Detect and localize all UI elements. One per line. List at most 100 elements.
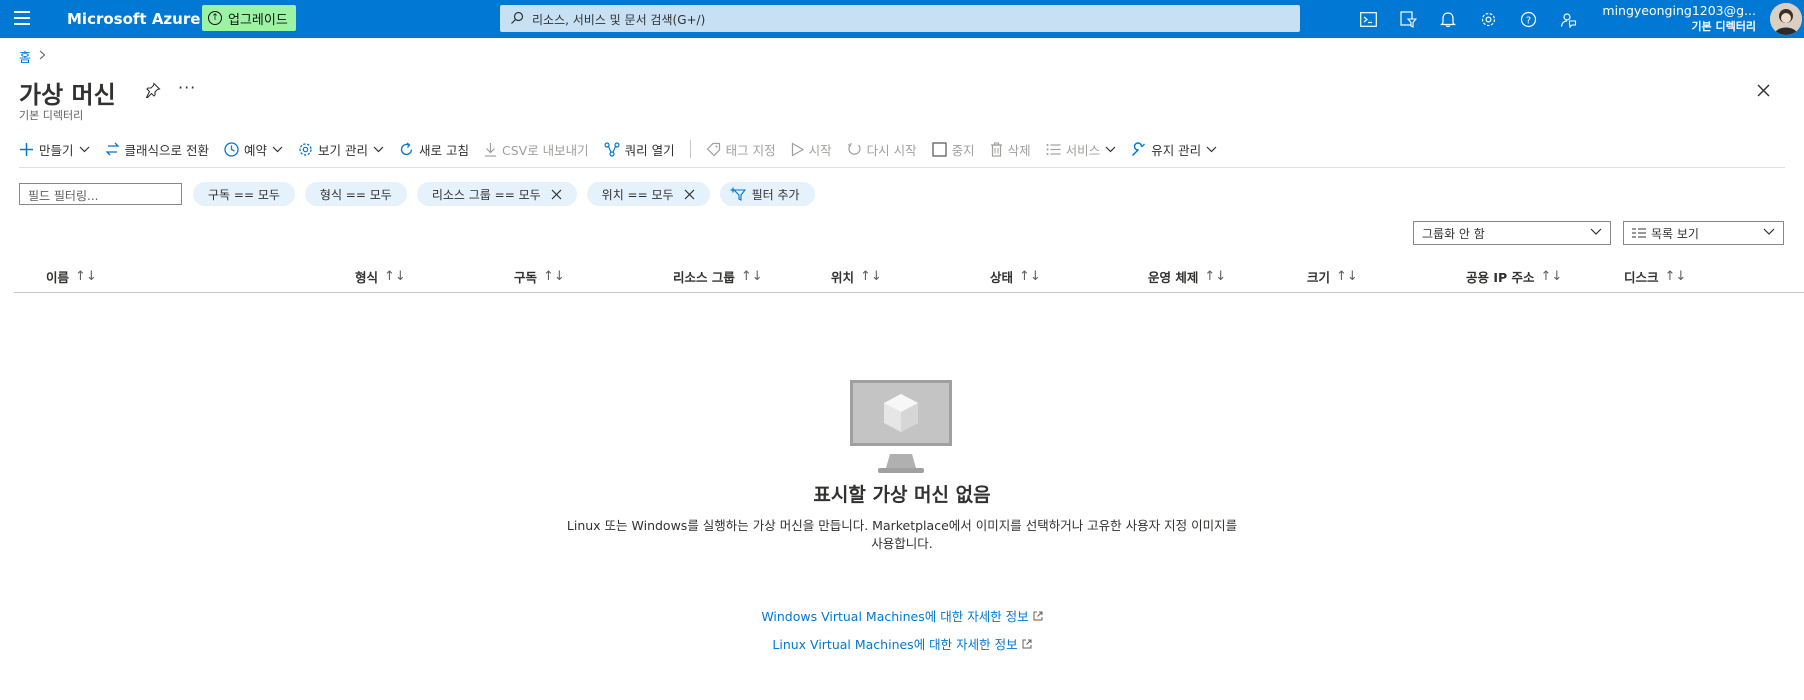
external-link-icon [1033, 611, 1043, 621]
empty-state-title: 표시할 가상 머신 없음 [813, 484, 991, 506]
play-icon [791, 141, 804, 157]
maintenance-button[interactable]: 유지 관리 [1131, 140, 1217, 159]
windows-vm-info-link[interactable]: Windows Virtual Machines에 대한 자세한 정보 [0, 606, 1804, 625]
column-label: 공용 IP 주소 [1466, 270, 1535, 285]
wrench-icon [1132, 141, 1146, 156]
chevron-down-icon [1763, 228, 1775, 235]
create-label: 만들기 [39, 142, 74, 158]
command-bar: 만들기 클래식으로 전환 예약 보기 관리 새로 고침 CSV로 내보내기 쿼리… [19, 137, 1232, 161]
filter-pill-location[interactable]: 위치 == 모두 [586, 182, 710, 206]
external-link-icon [1022, 639, 1032, 649]
account-menu[interactable]: mingyeonging1203@g... 기본 디렉터리 [1602, 3, 1756, 35]
filter-pill-subscription[interactable]: 구독 == 모두 [193, 182, 295, 206]
upgrade-label: 업그레이드 [228, 12, 288, 28]
column-header-disks[interactable]: 디스크 ↑↓ [1624, 267, 1686, 286]
column-header-status[interactable]: 상태 ↑↓ [990, 267, 1041, 286]
avatar[interactable] [1770, 3, 1802, 35]
services-button[interactable]: 서비스 [1046, 140, 1117, 159]
search-icon [511, 11, 524, 24]
chevron-down-icon [1105, 146, 1116, 152]
start-button[interactable]: 시작 [791, 140, 832, 159]
upgrade-arrow-icon: ↑ [208, 11, 222, 25]
global-search-input[interactable]: 리소스, 서비스 및 문서 검색(G+/) [500, 5, 1300, 32]
sort-arrows-icon: ↑↓ [740, 269, 763, 284]
sort-arrows-icon: ↑↓ [75, 269, 97, 284]
search-placeholder: 리소스, 서비스 및 문서 검색(G+/) [532, 13, 706, 27]
settings-gear-icon[interactable] [1468, 0, 1508, 38]
filter-pill-resource-group[interactable]: 리소스 그룹 == 모두 [416, 182, 577, 206]
column-header-subscription[interactable]: 구독 ↑↓ [514, 267, 565, 286]
column-header-name[interactable]: 이름 ↑↓ [46, 267, 97, 286]
column-header-resource-group[interactable]: 리소스 그룹 ↑↓ [673, 267, 763, 286]
stop-button[interactable]: 중지 [931, 140, 975, 159]
open-query-label: 쿼리 열기 [624, 142, 675, 158]
refresh-label: 새로 고침 [419, 142, 469, 158]
notification-bell-icon[interactable] [1428, 0, 1468, 38]
brand-title[interactable]: Microsoft Azure [67, 10, 200, 28]
refresh-button[interactable]: 새로 고침 [399, 140, 469, 159]
add-filter-button[interactable]: 필터 추가 [719, 182, 815, 206]
sort-arrows-icon: ↑↓ [1664, 269, 1687, 284]
sort-arrows-icon: ↑↓ [384, 269, 406, 284]
download-icon [484, 142, 496, 157]
trash-icon [990, 141, 1002, 157]
column-header-size[interactable]: 크기 ↑↓ [1307, 267, 1358, 286]
help-question-icon[interactable]: ? [1508, 0, 1548, 38]
breadcrumb: 홈 [19, 47, 46, 66]
refresh-icon [400, 141, 413, 155]
chevron-down-icon [373, 146, 384, 152]
user-email: mingyeonging1203@g... [1602, 3, 1756, 18]
create-button[interactable]: 만들기 [19, 140, 90, 159]
column-header-public-ip[interactable]: 공용 IP 주소 ↑↓ [1466, 267, 1562, 286]
filter-pill-type[interactable]: 형식 == 모두 [304, 182, 407, 206]
view-dropdown[interactable]: 목록 보기 [1623, 221, 1784, 245]
cloud-shell-icon[interactable] [1348, 0, 1388, 38]
toolbar-divider [689, 140, 691, 158]
filter-pills: 구독 == 모두 형식 == 모두 리소스 그룹 == 모두 위치 == 모두 … [193, 182, 815, 206]
hamburger-menu-icon[interactable] [14, 11, 30, 25]
column-label: 리소스 그룹 [673, 270, 735, 285]
manage-view-button[interactable]: 보기 관리 [298, 140, 384, 159]
upgrade-button[interactable]: ↑ 업그레이드 [202, 5, 296, 31]
linux-vm-info-link[interactable]: Linux Virtual Machines에 대한 자세한 정보 [0, 634, 1804, 653]
directory-filter-icon[interactable] [1388, 0, 1428, 38]
sort-arrows-icon: ↑↓ [543, 269, 565, 284]
chevron-down-icon [79, 146, 89, 152]
close-icon[interactable] [551, 189, 562, 200]
pin-icon[interactable] [145, 82, 161, 102]
column-label: 크기 [1307, 270, 1331, 285]
switch-arrows-icon [104, 142, 120, 156]
view-selected: 목록 보기 [1651, 226, 1699, 241]
reservations-label: 예약 [244, 142, 268, 158]
column-header-location[interactable]: 위치 ↑↓ [831, 267, 882, 286]
toolbar-divider-line [19, 167, 1785, 168]
filter-location-label: 위치 == 모두 [601, 187, 674, 202]
column-header-type[interactable]: 형식 ↑↓ [355, 267, 406, 286]
column-label: 이름 [46, 270, 70, 285]
close-icon[interactable] [1757, 82, 1770, 101]
breadcrumb-home-link[interactable]: 홈 [19, 47, 31, 66]
close-icon[interactable] [684, 189, 695, 200]
open-query-button[interactable]: 쿼리 열기 [604, 140, 675, 159]
restart-button[interactable]: 다시 시작 [847, 140, 917, 159]
switch-classic-label: 클래식으로 전환 [124, 142, 209, 158]
switch-to-classic-button[interactable]: 클래식으로 전환 [104, 140, 209, 159]
filter-type-label: 형식 == 모두 [319, 187, 392, 202]
list-icon [1046, 143, 1061, 155]
add-filter-label: 필터 추가 [751, 187, 800, 202]
export-csv-button[interactable]: CSV로 내보내기 [484, 140, 589, 159]
column-header-os[interactable]: 운영 체제 ↑↓ [1148, 267, 1226, 286]
reservations-button[interactable]: 예약 [224, 140, 283, 159]
assign-tags-button[interactable]: 태그 지정 [706, 140, 776, 159]
export-csv-label: CSV로 내보내기 [501, 142, 589, 158]
column-label: 운영 체제 [1148, 270, 1199, 285]
empty-state-description: Linux 또는 Windows를 실행하는 가상 머신을 만듭니다. Mark… [566, 518, 1238, 551]
sort-arrows-icon: ↑↓ [1204, 269, 1227, 284]
delete-button[interactable]: 삭제 [990, 140, 1031, 159]
feedback-icon[interactable] [1548, 0, 1588, 38]
more-options-icon[interactable]: ··· [178, 78, 196, 97]
sort-arrows-icon: ↑↓ [1019, 269, 1041, 284]
field-filter-input[interactable]: 필드 필터링... [19, 183, 182, 205]
top-bar: Microsoft Azure ↑ 업그레이드 리소스, 서비스 및 문서 검색… [0, 0, 1804, 38]
grouping-dropdown[interactable]: 그룹화 안 함 [1413, 221, 1611, 245]
